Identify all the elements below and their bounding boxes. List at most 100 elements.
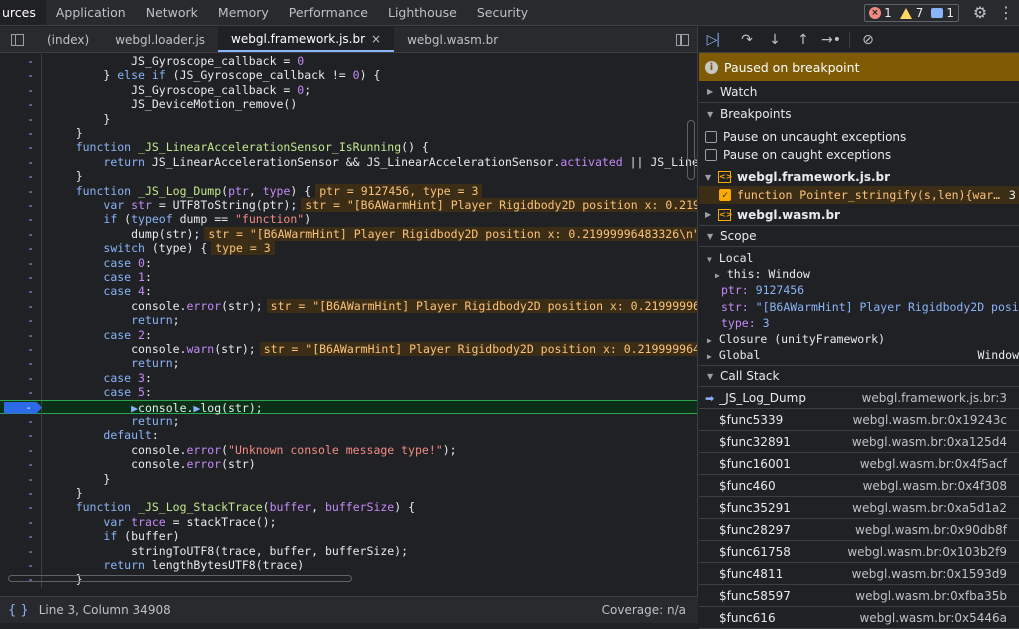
- current-execution-line[interactable]: - ▶console.▶log(str);: [0, 399, 697, 415]
- code-line[interactable]: - switch (type) {type = 3: [0, 241, 697, 256]
- code-line[interactable]: - default:: [0, 428, 697, 443]
- line-gutter[interactable]: -: [0, 54, 42, 69]
- call-frame[interactable]: $func28297 webgl.wasm.br:0x90db8f: [699, 519, 1019, 542]
- code-line[interactable]: - case 0:: [0, 255, 697, 270]
- line-gutter[interactable]: -: [0, 356, 42, 371]
- line-gutter[interactable]: -: [0, 543, 42, 558]
- code-line[interactable]: - case 5:: [0, 385, 697, 400]
- breakpoint-file-framework[interactable]: ▼ <> webgl.framework.js.br: [699, 168, 1019, 186]
- frame-location[interactable]: webgl.wasm.br:0x103b2f9: [847, 545, 1007, 559]
- line-gutter[interactable]: -: [0, 400, 42, 415]
- frame-location[interactable]: webgl.wasm.br:0xfba35b: [855, 589, 1007, 603]
- code-line[interactable]: - console.error(str): [0, 457, 697, 472]
- code-line[interactable]: - }: [0, 471, 697, 486]
- code-line[interactable]: - console.warn(str); str = "[B6AWarmHint]…: [0, 342, 697, 357]
- frame-location[interactable]: webgl.wasm.br:0x4f308: [863, 479, 1007, 493]
- line-gutter[interactable]: -: [0, 169, 42, 184]
- line-gutter[interactable]: -: [0, 226, 42, 242]
- deactivate-breakpoints-icon[interactable]: ⊘: [854, 32, 882, 48]
- code-line[interactable]: - var str = UTF8ToString(ptr); str = "[B6…: [0, 198, 697, 213]
- code-line[interactable]: - console.error(str); str = "[B6AWarmHint…: [0, 298, 697, 314]
- scope-closure[interactable]: ▶ Closure (unityFramework): [707, 331, 1019, 347]
- scope-section[interactable]: ▼ Scope: [699, 225, 1019, 247]
- resume-icon[interactable]: ▷⎸: [705, 32, 733, 48]
- issue-counters[interactable]: × 1 7 1: [864, 4, 959, 22]
- line-gutter[interactable]: -: [0, 327, 42, 342]
- file-tab-index[interactable]: (index): [34, 27, 102, 52]
- line-gutter[interactable]: -: [0, 313, 42, 328]
- code-line[interactable]: - return;: [0, 356, 697, 371]
- code-line[interactable]: - }: [0, 126, 697, 141]
- frame-location[interactable]: webgl.wasm.br:0x5446a: [859, 611, 1007, 625]
- frame-location[interactable]: webgl.wasm.br:0x1593d9: [852, 567, 1007, 581]
- code-line[interactable]: - }: [0, 111, 697, 126]
- call-stack-section[interactable]: ▼ Call Stack: [699, 365, 1019, 388]
- call-frame[interactable]: $func616 webgl.wasm.br:0x5446a: [699, 607, 1019, 629]
- call-frame[interactable]: $func58597 webgl.wasm.br:0xfba35b: [699, 585, 1019, 608]
- checkbox[interactable]: [705, 149, 717, 161]
- pretty-print-icon[interactable]: { }: [8, 603, 29, 618]
- code-line[interactable]: - JS_DeviceMotion_remove(): [0, 97, 697, 112]
- call-frame[interactable]: $func16001 webgl.wasm.br:0x4f5acf: [699, 453, 1019, 476]
- kebab-icon[interactable]: ⋮: [993, 0, 1019, 26]
- call-frame[interactable]: $func35291 webgl.wasm.br:0xa5d1a2: [699, 497, 1019, 520]
- breakpoint-file-wasm[interactable]: ▶ <> webgl.wasm.br: [699, 204, 1019, 225]
- step-out-icon[interactable]: ↑: [789, 32, 817, 48]
- line-gutter[interactable]: -: [0, 212, 42, 227]
- line-gutter[interactable]: -: [0, 111, 42, 126]
- scope-type[interactable]: type: 3: [707, 315, 1019, 331]
- call-frame[interactable]: $func32891 webgl.wasm.br:0xa125d4: [699, 431, 1019, 454]
- code-line[interactable]: - } else if (JS_Gyroscope_callback != 0)…: [0, 68, 697, 83]
- code-line[interactable]: - return lengthBytesUTF8(trace): [0, 558, 697, 573]
- tab-memory[interactable]: Memory: [208, 0, 279, 25]
- tab-sources[interactable]: urces: [0, 0, 46, 25]
- breakpoint-marker[interactable]: -: [4, 401, 42, 414]
- code-line[interactable]: - var JS_OrientationSensor = null;: [0, 586, 697, 588]
- line-gutter[interactable]: -: [0, 586, 42, 588]
- frame-location[interactable]: webgl.wasm.br:0xa5d1a2: [852, 501, 1007, 515]
- scope-ptr[interactable]: ptr: 9127456: [707, 282, 1019, 298]
- line-gutter[interactable]: -: [0, 284, 42, 299]
- gear-icon[interactable]: ⚙: [967, 0, 993, 26]
- call-frame[interactable]: $func61758 webgl.wasm.br:0x103b2f9: [699, 541, 1019, 564]
- line-gutter[interactable]: -: [0, 82, 42, 98]
- info-count[interactable]: 1: [927, 6, 958, 20]
- line-gutter[interactable]: -: [0, 500, 42, 515]
- frame-location[interactable]: webgl.wasm.br:0x19243c: [853, 413, 1007, 427]
- call-frame[interactable]: ➡ _JS_Log_Dump webgl.framework.js.br:3: [699, 387, 1019, 410]
- line-gutter[interactable]: -: [0, 370, 42, 386]
- breakpoint-entry[interactable]: ✓ function Pointer_stringify(s,len){war… 3: [699, 186, 1019, 204]
- call-frame[interactable]: $func460 webgl.wasm.br:0x4f308: [699, 475, 1019, 498]
- close-icon[interactable]: ×: [371, 26, 381, 52]
- line-gutter[interactable]: -: [0, 183, 42, 198]
- code-line[interactable]: - return;: [0, 414, 697, 429]
- code-line[interactable]: - case 3:: [0, 370, 697, 386]
- frame-location[interactable]: webgl.wasm.br:0xa125d4: [852, 435, 1007, 449]
- code-line[interactable]: - if (typeof dump == "function"): [0, 212, 697, 227]
- code-line[interactable]: - return JS_LinearAccelerationSensor && …: [0, 154, 697, 170]
- horizontal-scrollbar[interactable]: [8, 575, 352, 582]
- code-line[interactable]: - JS_Gyroscope_callback = 0: [0, 54, 697, 69]
- code-line[interactable]: - dump(str); str = "[B6AWarmHint] Player …: [0, 226, 697, 242]
- line-gutter[interactable]: -: [0, 342, 42, 357]
- line-gutter[interactable]: -: [0, 298, 42, 314]
- code-line[interactable]: - console.error("Unknown console message…: [0, 442, 697, 458]
- file-tab-framework[interactable]: webgl.framework.js.br ×: [218, 26, 395, 52]
- line-gutter[interactable]: -: [0, 457, 42, 472]
- line-gutter[interactable]: -: [0, 486, 42, 501]
- call-frame[interactable]: $func5339 webgl.wasm.br:0x19243c: [699, 409, 1019, 432]
- line-gutter[interactable]: -: [0, 385, 42, 400]
- line-gutter[interactable]: -: [0, 198, 42, 213]
- code-line[interactable]: - }: [0, 169, 697, 184]
- tab-security[interactable]: Security: [467, 0, 538, 25]
- line-gutter[interactable]: -: [0, 140, 42, 155]
- line-gutter[interactable]: -: [0, 529, 42, 544]
- step-over-icon[interactable]: ↷: [733, 32, 761, 48]
- code-line[interactable]: - }: [0, 486, 697, 501]
- line-gutter[interactable]: -: [0, 126, 42, 141]
- watch-section[interactable]: ▶ Watch: [699, 81, 1019, 103]
- code-line[interactable]: - case 1:: [0, 270, 697, 285]
- code-line[interactable]: - var trace = stackTrace();: [0, 514, 697, 530]
- scope-local[interactable]: ▼ Local: [707, 250, 1019, 266]
- frame-location[interactable]: webgl.framework.js.br:3: [862, 391, 1007, 405]
